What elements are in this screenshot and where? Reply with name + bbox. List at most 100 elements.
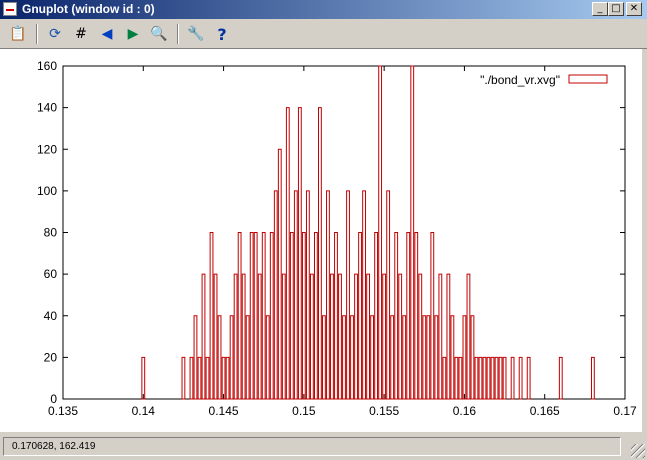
histogram-bar — [201, 273, 206, 400]
grid-button[interactable]: # — [71, 24, 91, 44]
histogram-bar — [450, 315, 455, 400]
next-zoom-button[interactable]: ▶ — [123, 24, 143, 44]
histogram-bar — [466, 273, 471, 400]
plot-border — [62, 65, 626, 400]
histogram-bar — [281, 273, 286, 400]
histogram-bar — [426, 315, 431, 400]
y-tick-label: 60 — [44, 267, 58, 281]
histogram-bar — [293, 190, 298, 400]
histogram-bar — [301, 232, 306, 400]
previous-zoom-icon: ◀ — [101, 26, 113, 42]
histogram-bar — [442, 356, 447, 400]
histogram-bar — [261, 232, 266, 400]
histogram-bar — [470, 315, 475, 400]
histogram-bar — [346, 190, 350, 400]
histogram-bar — [446, 273, 451, 400]
histogram-bar — [213, 273, 218, 400]
histogram-bar — [241, 273, 246, 400]
histogram-bar — [225, 356, 230, 400]
histogram-bar — [189, 356, 194, 400]
maximize-button[interactable]: □ — [608, 2, 624, 16]
histogram-bar — [205, 356, 210, 400]
y-tick-label: 80 — [44, 226, 58, 240]
next-zoom-icon: ▶ — [127, 26, 139, 42]
histogram-bar — [221, 356, 226, 400]
histogram-bar — [233, 273, 238, 400]
histogram-bar — [478, 356, 483, 400]
histogram-bar — [482, 356, 487, 400]
histogram-bar — [366, 273, 370, 400]
unzoom-icon: 🔍 — [150, 26, 168, 42]
title-bar[interactable]: Gnuplot (window id : 0) _ □ ✕ — [0, 0, 647, 19]
histogram-bar — [237, 232, 242, 400]
histogram-bar — [526, 356, 531, 400]
copy-to-clipboard-button[interactable]: 📋 — [8, 24, 28, 44]
toolbar-separator — [177, 24, 179, 44]
histogram-bar — [326, 190, 330, 400]
grid-icon: # — [75, 26, 87, 42]
histogram-bar — [217, 315, 222, 400]
histogram-bar — [229, 315, 234, 400]
previous-zoom-button[interactable]: ◀ — [97, 24, 117, 44]
histogram-bar — [374, 232, 379, 400]
histogram-bar — [322, 315, 326, 400]
histogram-bar — [338, 273, 342, 400]
histogram-bar — [309, 273, 314, 400]
histogram-bar — [518, 356, 523, 400]
histogram-bar — [434, 315, 439, 400]
histogram-bar — [269, 232, 274, 400]
resize-grip[interactable] — [631, 444, 645, 458]
histogram-bar — [289, 232, 294, 400]
histogram-bar — [454, 356, 459, 400]
legend-label: "./bond_vr.xvg" — [480, 73, 560, 87]
histogram-bar — [590, 356, 595, 400]
x-tick-label: 0.145 — [209, 404, 239, 418]
histogram-bar — [502, 356, 507, 400]
histogram-bar — [390, 315, 395, 400]
histogram-bar — [318, 107, 322, 400]
y-tick-label: 40 — [44, 309, 58, 323]
histogram-bar — [430, 232, 435, 400]
mouse-coordinates-readout: 0.170628, 162.419 — [3, 437, 621, 456]
x-tick-label: 0.135 — [48, 404, 78, 418]
unzoom-button[interactable]: 🔍 — [149, 24, 169, 44]
histogram-bar — [382, 273, 387, 400]
histogram-chart: 0204060801001201401600.135 0.14 0.145 0.15 0… — [37, 59, 637, 418]
histogram-bar — [342, 315, 346, 400]
histogram-bar — [265, 315, 270, 400]
histogram-bar — [498, 356, 503, 400]
plot-canvas[interactable]: 0 20 40 60 80 100 120 140 160 0.135 0.14 0.145 0.15 0… — [0, 49, 642, 432]
histogram-bar — [490, 356, 495, 400]
histogram-bar — [418, 273, 423, 400]
histogram-bar — [394, 232, 399, 400]
histogram-bar — [462, 315, 467, 400]
histogram-bar — [297, 107, 302, 400]
histogram-bar — [209, 232, 214, 400]
histogram-bar — [285, 107, 290, 400]
copy-to-clipboard-icon: 📋 — [9, 26, 27, 42]
close-button[interactable]: ✕ — [626, 2, 642, 16]
minimize-button[interactable]: _ — [592, 2, 608, 16]
histogram-bar — [245, 315, 250, 400]
histogram-bar — [486, 356, 491, 400]
histogram-bar — [362, 190, 366, 400]
help-button[interactable]: ? — [212, 24, 232, 44]
histogram-bar — [313, 232, 318, 400]
histogram-bar — [406, 232, 411, 400]
histogram-bar — [141, 356, 146, 400]
window-title: Gnuplot (window id : 0) — [22, 2, 155, 16]
histogram-bar — [330, 273, 334, 400]
histogram-bar — [398, 273, 403, 400]
y-tick-label: 160 — [37, 59, 57, 73]
replot-icon: ⟳ — [49, 26, 61, 42]
y-tick-label: 20 — [44, 350, 58, 364]
replot-button[interactable]: ⟳ — [45, 24, 65, 44]
gnuplot-app-icon — [3, 2, 17, 16]
options-button[interactable]: 🔧 — [186, 24, 206, 44]
histogram-bar — [378, 65, 383, 400]
options-icon: 🔧 — [187, 26, 205, 42]
histogram-bar — [410, 65, 415, 400]
y-tick-label: 140 — [37, 101, 57, 115]
histogram-bar — [358, 232, 362, 400]
histogram-bar — [249, 232, 254, 400]
